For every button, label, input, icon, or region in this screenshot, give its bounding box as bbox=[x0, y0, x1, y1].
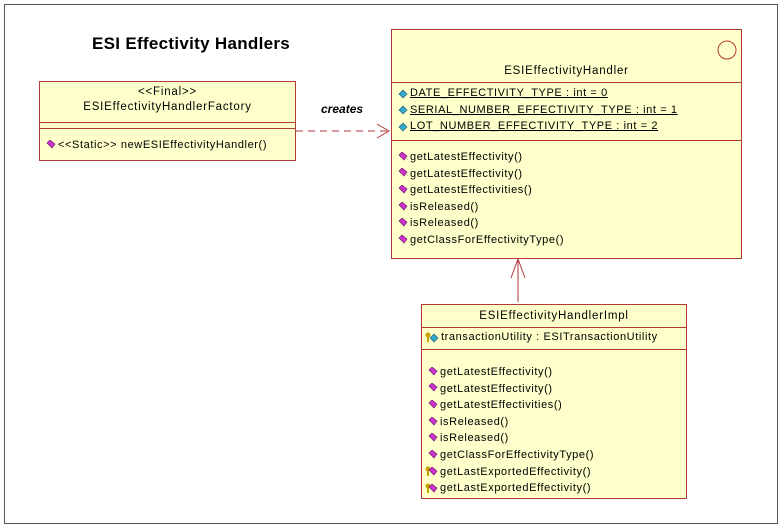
impl-operation-row[interactable]: getClassForEffectivityType() bbox=[422, 447, 686, 464]
private-attribute-icon bbox=[425, 332, 439, 343]
factory-class-header: <<Final>> ESIEffectivityHandlerFactory bbox=[40, 82, 295, 122]
operation-signature: getLatestEffectivities() bbox=[410, 184, 533, 197]
attribute-text: DATE_EFFECTIVITY_TYPE : int = 0 bbox=[410, 87, 608, 99]
impl-class-box[interactable]: ESIEffectivityHandlerImpl transactionUti… bbox=[421, 304, 687, 499]
handler-attribute-row[interactable]: LOT_NUMBER_EFFECTIVITY_TYPE : int = 2 bbox=[392, 118, 741, 135]
handler-operation-row[interactable]: getLatestEffectivities() bbox=[392, 182, 741, 199]
public-operation-icon bbox=[428, 433, 438, 444]
public-operation-icon bbox=[398, 184, 408, 196]
public-operation-icon bbox=[428, 399, 438, 411]
public-static-attribute-icon bbox=[398, 121, 408, 132]
creates-label: creates bbox=[321, 102, 364, 116]
attribute-text: LOT_NUMBER_EFFECTIVITY_TYPE : int = 2 bbox=[410, 120, 659, 133]
impl-operation-row[interactable]: getLastExportedEffectivity() bbox=[422, 464, 686, 481]
handler-attributes-section: DATE_EFFECTIVITY_TYPE : int = 0 SERIAL_N… bbox=[392, 82, 741, 140]
impl-operation-row[interactable]: getLatestEffectivity() bbox=[422, 364, 686, 381]
factory-stereotype: <<Final>> bbox=[138, 86, 197, 98]
handler-operation-row[interactable]: isReleased() bbox=[392, 215, 741, 232]
handler-operation-row[interactable]: getLatestEffectivity() bbox=[392, 166, 741, 183]
handler-operation-row[interactable]: getLatestEffectivity() bbox=[392, 149, 741, 166]
impl-attribute-row[interactable]: transactionUtility : ESITransactionUtili… bbox=[422, 329, 686, 346]
operation-signature: isReleased() bbox=[440, 415, 509, 428]
public-operation-icon bbox=[428, 383, 438, 394]
public-operation-icon bbox=[398, 201, 408, 213]
impl-operation-row[interactable]: getLatestEffectivity() bbox=[422, 381, 686, 398]
private-operation-icon bbox=[425, 466, 438, 477]
factory-operation-row[interactable]: <<Static>> newESIEffectivityHandler() bbox=[40, 137, 295, 154]
impl-operation-row[interactable]: getLatestEffectivities() bbox=[422, 397, 686, 414]
operation-signature: getLatestEffectivities() bbox=[440, 399, 563, 412]
operation-signature: getLatestEffectivity() bbox=[410, 151, 523, 163]
operation-signature: getLastExportedEffectivity() bbox=[440, 465, 592, 478]
handler-operation-row[interactable]: getClassForEffectivityType() bbox=[392, 232, 741, 249]
operation-signature: isReleased() bbox=[410, 200, 479, 213]
operation-signature: getLatestEffectivity() bbox=[410, 167, 523, 180]
private-operation-icon bbox=[425, 483, 438, 494]
impl-operations-section: getLatestEffectivity() getLatestEffectiv… bbox=[422, 349, 686, 497]
impl-class-name: ESIEffectivityHandlerImpl bbox=[479, 310, 629, 322]
public-operation-icon bbox=[428, 416, 438, 428]
handler-class-header: ESIEffectivityHandler bbox=[392, 30, 741, 82]
operation-signature: getClassForEffectivityType() bbox=[440, 448, 595, 461]
attribute-text: transactionUtility : ESITransactionUtili… bbox=[441, 331, 658, 343]
public-operation-icon bbox=[398, 234, 408, 246]
factory-class-name: ESIEffectivityHandlerFactory bbox=[83, 101, 252, 113]
handler-operation-row[interactable]: isReleased() bbox=[392, 199, 741, 216]
operation-signature: isReleased() bbox=[410, 217, 479, 230]
operation-signature: getClassForEffectivityType() bbox=[410, 233, 565, 246]
operation-signature: isReleased() bbox=[440, 432, 509, 445]
public-operation-icon bbox=[428, 366, 438, 378]
operation-signature: getLatestEffectivity() bbox=[440, 382, 553, 395]
interface-circle-icon bbox=[717, 40, 737, 60]
factory-operations-section: <<Static>> newESIEffectivityHandler() bbox=[40, 128, 295, 154]
handler-operations-section: getLatestEffectivity() getLatestEffectiv… bbox=[392, 140, 741, 249]
handler-class-name: ESIEffectivityHandler bbox=[504, 65, 629, 77]
public-static-attribute-icon bbox=[398, 104, 408, 115]
public-operation-icon bbox=[46, 139, 56, 151]
impl-operation-row[interactable]: isReleased() bbox=[422, 414, 686, 431]
operation-signature: getLastExportedEffectivity() bbox=[440, 482, 592, 495]
public-operation-icon bbox=[428, 449, 438, 461]
factory-class-box[interactable]: <<Final>> ESIEffectivityHandlerFactory <… bbox=[39, 81, 296, 161]
public-operation-icon bbox=[398, 151, 408, 163]
handler-attribute-row[interactable]: SERIAL_NUMBER_EFFECTIVITY_TYPE : int = 1 bbox=[392, 102, 741, 119]
handler-attribute-row[interactable]: DATE_EFFECTIVITY_TYPE : int = 0 bbox=[392, 85, 741, 102]
impl-attributes-section: transactionUtility : ESITransactionUtili… bbox=[422, 327, 686, 349]
operation-signature: getLatestEffectivity() bbox=[440, 366, 553, 378]
operation-signature: <<Static>> newESIEffectivityHandler() bbox=[58, 139, 268, 151]
handler-class-box[interactable]: ESIEffectivityHandler DATE_EFFECTIVITY_T… bbox=[391, 29, 742, 259]
public-operation-icon bbox=[398, 218, 408, 229]
public-operation-icon bbox=[398, 168, 408, 179]
public-static-attribute-icon bbox=[398, 88, 408, 99]
impl-operation-row[interactable]: isReleased() bbox=[422, 430, 686, 447]
impl-operation-row[interactable]: getLastExportedEffectivity() bbox=[422, 480, 686, 497]
attribute-text: SERIAL_NUMBER_EFFECTIVITY_TYPE : int = 1 bbox=[410, 103, 678, 116]
